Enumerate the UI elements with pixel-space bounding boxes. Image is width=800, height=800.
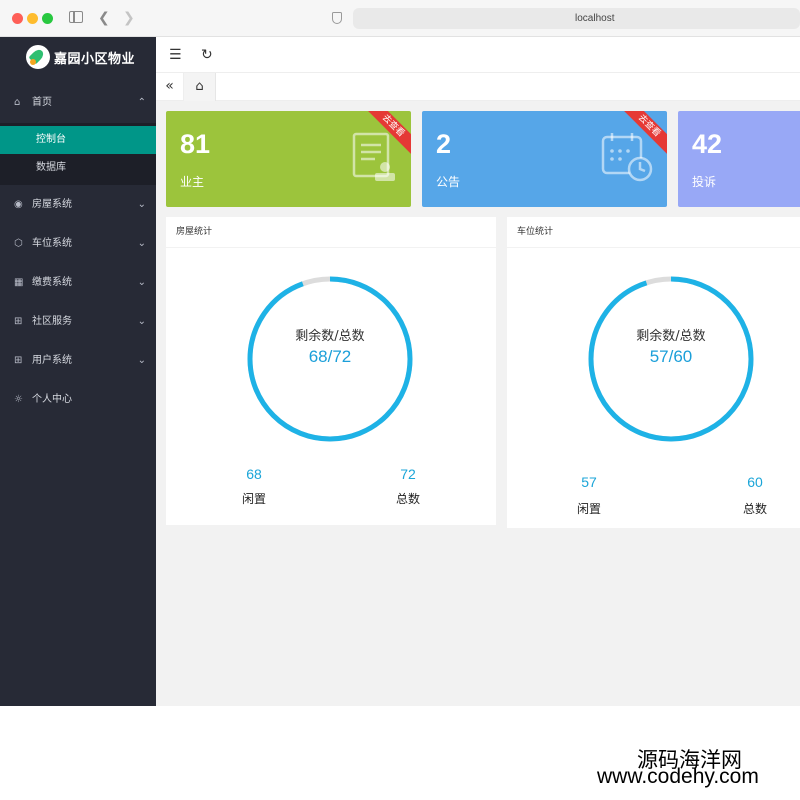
card-value: 42	[692, 129, 723, 159]
sidebar-item-label: 个人中心	[32, 394, 72, 405]
sidebar-item-label: 缴费系统	[32, 277, 72, 288]
main-content: ☰ ↻ « ⌂ 81 业主 去查看 2 公告 去查看 42 投诉 房屋统计 剩余…	[156, 37, 800, 706]
sidebar-item-personal[interactable]: ☼ 个人中心	[0, 380, 156, 419]
users-icon: ⊞	[14, 355, 23, 366]
tab-home-icon[interactable]: ⌂	[184, 73, 216, 101]
document-user-icon	[352, 132, 395, 181]
home-submenu: 控制台 数据库	[0, 123, 156, 185]
home-icon: ⌂	[14, 97, 21, 108]
address-bar[interactable]: localhost	[353, 8, 800, 29]
ring-label: 剩余数/总数	[636, 329, 706, 344]
sidebar: 嘉园小区物业 ⌂ 首页 ⌃ 控制台 数据库 ◉ 房屋系统 ⌄ ⬡ 车位系统 ⌄ …	[0, 37, 156, 706]
idle-value: 68	[246, 466, 262, 482]
sidebar-item-users[interactable]: ⊞ 用户系统 ⌄	[0, 341, 156, 380]
browser-titlebar: ❮ ❯ localhost	[0, 0, 800, 37]
card-value: 81	[180, 129, 211, 159]
forward-arrow-icon[interactable]: ❯	[123, 9, 135, 27]
sidebar-item-community[interactable]: ⊞ 社区服务 ⌄	[0, 302, 156, 341]
sidebar-item-payment[interactable]: ▦ 缴费系统 ⌄	[0, 263, 156, 302]
idle-value: 57	[581, 474, 597, 490]
notices-card[interactable]: 2 公告 去查看	[422, 111, 667, 207]
sidebar-item-parking[interactable]: ⬡ 车位系统 ⌄	[0, 224, 156, 263]
sidebar-item-label: 房屋系统	[32, 199, 72, 210]
total-label: 总数	[395, 492, 420, 506]
sidebar-item-label: 车位系统	[32, 238, 72, 249]
housing-stats-panel: 房屋统计 剩余数/总数 68/72 68 闲置 72 总数	[166, 217, 496, 525]
sidebar-item-label: 用户系统	[32, 355, 72, 366]
collapse-menu-icon[interactable]: ☰	[169, 37, 182, 73]
minimize-window-button[interactable]	[27, 13, 38, 24]
watermark-url: www.codehy.com	[597, 765, 759, 788]
sidebar-item-label: 社区服务	[32, 316, 72, 327]
parking-icon: ⬡	[14, 238, 23, 249]
idle-label: 闲置	[241, 492, 266, 506]
sidebar-toggle-icon[interactable]	[69, 11, 83, 23]
refresh-icon[interactable]: ↻	[201, 37, 213, 73]
chevron-down-icon: ⌄	[137, 199, 146, 210]
calendar-clock-icon	[601, 133, 653, 182]
app-title: 嘉园小区物业	[54, 52, 136, 67]
ring-label: 剩余数/总数	[295, 329, 365, 344]
card-label: 投诉	[692, 175, 717, 189]
chevron-down-icon: ⌄	[137, 316, 146, 327]
back-arrow-icon[interactable]: ❮	[98, 9, 110, 27]
top-toolbar: ☰ ↻	[156, 37, 800, 73]
panel-divider	[507, 247, 800, 248]
idle-label: 闲置	[576, 502, 601, 516]
sidebar-subitem-console[interactable]: 控制台	[0, 126, 156, 154]
community-icon: ⊞	[14, 316, 23, 327]
card-value: 2	[436, 129, 452, 159]
chevron-up-icon: ⌃	[137, 97, 146, 108]
close-window-button[interactable]	[12, 13, 23, 24]
panel-title: 车位统计	[517, 227, 554, 237]
panel-title: 房屋统计	[176, 227, 213, 237]
ring-value: 68/72	[308, 347, 352, 366]
ring-value: 57/60	[649, 347, 693, 366]
complaints-card[interactable]: 42 投诉	[678, 111, 800, 207]
card-label: 公告	[436, 175, 461, 189]
tabs-scroll-left-icon[interactable]: «	[156, 73, 184, 101]
chevron-down-icon: ⌄	[137, 355, 146, 366]
total-value: 60	[747, 474, 763, 490]
chevron-down-icon: ⌄	[137, 238, 146, 249]
parking-stats-panel: 车位统计 剩余数/总数 57/60 57 闲置 60 总数	[507, 217, 800, 528]
card-label: 业主	[180, 175, 205, 189]
sidebar-item-home[interactable]: ⌂ 首页 ⌃	[0, 83, 156, 122]
personal-icon: ☼	[14, 394, 23, 405]
total-value: 72	[400, 466, 416, 482]
zoom-window-button[interactable]	[42, 13, 53, 24]
sidebar-item-housing[interactable]: ◉ 房屋系统 ⌄	[0, 185, 156, 224]
logo-row[interactable]: 嘉园小区物业	[0, 37, 156, 77]
rocket-logo-icon	[26, 45, 50, 69]
sidebar-item-label: 首页	[32, 97, 52, 108]
chevron-down-icon: ⌄	[137, 277, 146, 288]
browser-window: ❮ ❯ localhost 嘉园小区物业 ⌂ 首页 ⌃ 控制台 数据库 ◉ 房屋…	[0, 0, 800, 706]
total-label: 总数	[742, 502, 767, 516]
privacy-shield-icon[interactable]	[332, 12, 342, 24]
tab-bar: « ⌂	[156, 73, 800, 101]
payment-icon: ▦	[14, 277, 24, 288]
sidebar-subitem-database[interactable]: 数据库	[0, 154, 156, 182]
panel-divider	[166, 247, 496, 248]
owners-card[interactable]: 81 业主 去查看	[166, 111, 411, 207]
house-system-icon: ◉	[14, 199, 23, 210]
